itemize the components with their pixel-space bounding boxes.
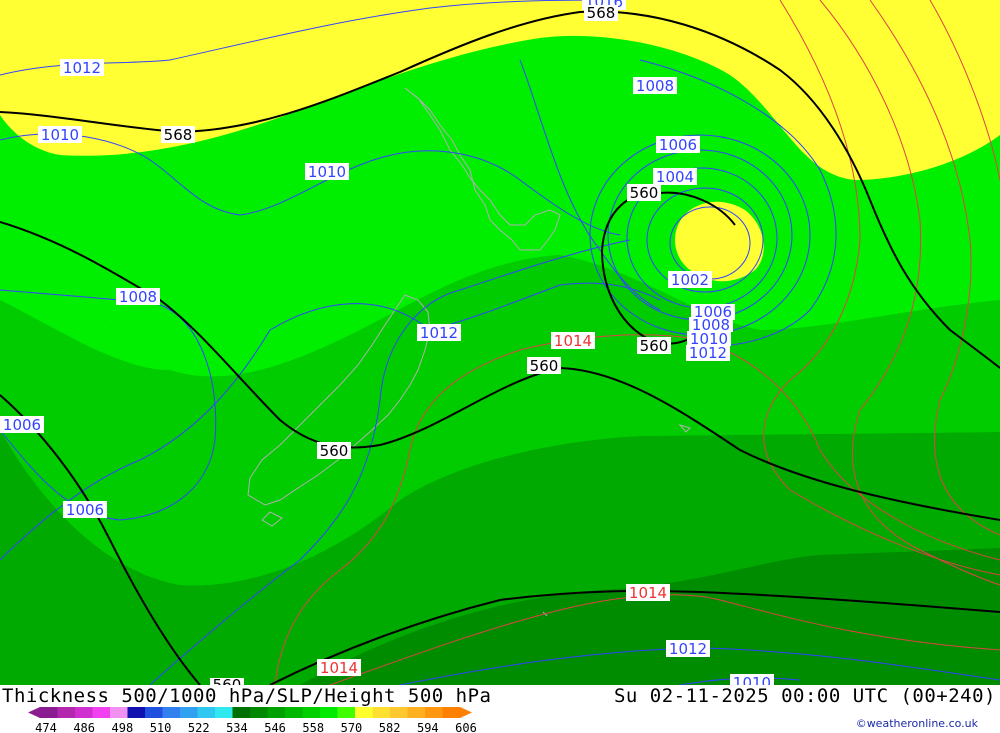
legend-swatch (250, 707, 268, 718)
legend-tick-label: 534 (226, 721, 248, 733)
legend-swatch (355, 707, 373, 718)
svg-text:568: 568 (164, 126, 193, 144)
height-label: 560 (637, 337, 671, 355)
svg-text:1008: 1008 (119, 288, 157, 306)
height-label: 568 (161, 126, 195, 144)
slp-label: 1012 (417, 324, 461, 342)
slp-label: 1010 (38, 126, 82, 144)
valid-time: Su 02-11-2025 00:00 UTC (00+240) (613, 685, 996, 707)
legend-tick-label: 474 (35, 721, 57, 733)
height-label: 560 (210, 676, 244, 685)
legend-swatch (285, 707, 303, 718)
legend-tick-label: 570 (341, 721, 363, 733)
legend-swatch (407, 707, 426, 718)
svg-text:560: 560 (630, 184, 659, 202)
legend-swatch (320, 707, 338, 718)
height-label: 560 (627, 184, 661, 202)
svg-text:1014: 1014 (629, 584, 667, 602)
legend-tick-label: 594 (417, 721, 439, 733)
legend-swatch (75, 707, 93, 718)
svg-text:1012: 1012 (420, 324, 458, 342)
slp-label: 1012 (60, 59, 104, 77)
legend-tick-label: 486 (73, 721, 95, 733)
legend-swatch (372, 707, 391, 718)
slp-label: 1006 (0, 416, 44, 434)
map-title: Thickness 500/1000 hPa/SLP/Height 500 hP… (2, 685, 492, 707)
svg-text:1006: 1006 (659, 136, 697, 154)
legend-swatch (232, 707, 251, 718)
legend-tick-label: 510 (150, 721, 172, 733)
legend-swatch (267, 707, 286, 718)
color-scale-legend: 474 486 498 510 522 534 546 558 570 582 594 606 (28, 707, 477, 733)
map-footer: Thickness 500/1000 hPa/SLP/Height 500 hP… (0, 685, 1000, 733)
legend-swatch (425, 707, 443, 718)
legend-swatch (337, 707, 356, 718)
svg-text:1006: 1006 (66, 501, 104, 519)
legend-arrow-left (28, 707, 40, 718)
color-scale-swatches (28, 707, 472, 718)
legend-swatch (390, 707, 408, 718)
svg-text:560: 560 (530, 357, 559, 375)
legend-swatch (302, 707, 321, 718)
color-scale-ticks: 474 486 498 510 522 534 546 558 570 582 594 606 (35, 721, 477, 733)
svg-text:560: 560 (213, 676, 242, 685)
legend-tick-label: 582 (379, 721, 401, 733)
slp-label: 1014 (551, 332, 595, 350)
svg-text:1014: 1014 (554, 332, 592, 350)
slp-label: 1008 (116, 288, 160, 306)
height-label: 560 (527, 357, 561, 375)
legend-swatch (40, 707, 58, 718)
svg-text:1010: 1010 (733, 674, 771, 685)
svg-text:1014: 1014 (320, 659, 358, 677)
slp-label: 1010 (730, 674, 774, 685)
svg-text:1004: 1004 (656, 168, 694, 186)
svg-text:560: 560 (640, 337, 669, 355)
slp-label: 1014 (626, 584, 670, 602)
legend-tick-label: 522 (188, 721, 210, 733)
svg-text:1002: 1002 (671, 271, 709, 289)
slp-label: 1012 (666, 640, 710, 658)
svg-text:568: 568 (587, 4, 616, 22)
legend-tick-label: 546 (264, 721, 286, 733)
legend-tick-label: 558 (302, 721, 324, 733)
slp-label: 1006 (63, 501, 107, 519)
weather-map: 1016 1012 1010 1010 1008 1008 1006 1006 (0, 0, 1000, 685)
slp-label: 1002 (668, 271, 712, 289)
legend-swatch (162, 707, 181, 718)
legend-tick-label: 498 (112, 721, 134, 733)
svg-text:1010: 1010 (308, 163, 346, 181)
legend-swatch (127, 707, 146, 718)
slp-label: 1014 (317, 659, 361, 677)
svg-text:1010: 1010 (41, 126, 79, 144)
svg-text:560: 560 (320, 442, 349, 460)
legend-swatch (180, 707, 198, 718)
legend-swatch (92, 707, 111, 718)
svg-text:1006: 1006 (3, 416, 41, 434)
slp-label: 1006 (656, 136, 700, 154)
credit-text: ©weatheronline.co.uk (855, 717, 978, 730)
slp-label: 1010 (305, 163, 349, 181)
svg-text:1012: 1012 (63, 59, 101, 77)
slp-label: 1008 (633, 77, 677, 95)
legend-arrow-right (460, 707, 472, 718)
svg-text:1008: 1008 (636, 77, 674, 95)
legend-swatch (57, 707, 76, 718)
legend-tick-label: 606 (455, 721, 477, 733)
legend-swatch (197, 707, 216, 718)
legend-swatch (110, 707, 128, 718)
slp-label: 1012 (686, 344, 730, 362)
slp-label: 1004 (653, 168, 697, 186)
legend-swatch (442, 707, 461, 718)
legend-swatch (145, 707, 163, 718)
svg-text:1012: 1012 (669, 640, 707, 658)
height-label: 568 (584, 4, 618, 22)
height-label: 560 (317, 442, 351, 460)
svg-text:1012: 1012 (689, 344, 727, 362)
legend-swatch (215, 707, 233, 718)
